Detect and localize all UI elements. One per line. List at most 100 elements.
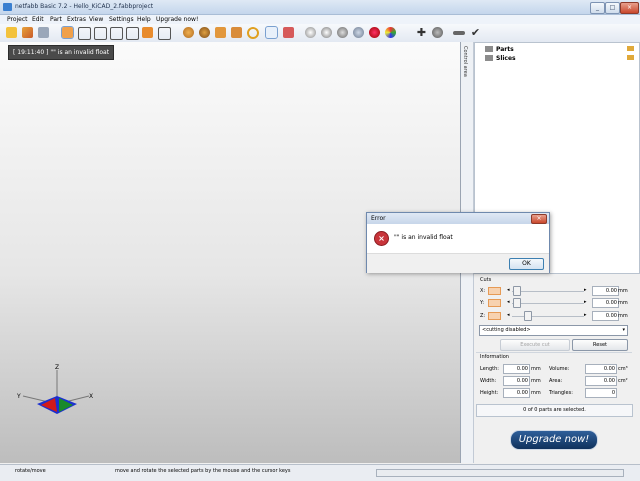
tree-item-parts[interactable]: Parts: [485, 46, 635, 55]
error-tooltip: [ 19:11:40 ] "" is an invalid float: [8, 45, 115, 60]
menu-project[interactable]: Project: [7, 16, 28, 23]
measure-icon[interactable]: [199, 27, 210, 38]
volume-value: 0.00: [585, 364, 617, 374]
view-cube-2-icon[interactable]: [78, 27, 91, 40]
view-cube-1-icon[interactable]: [61, 26, 74, 39]
repair-icon[interactable]: [183, 27, 194, 38]
width-unit: mm: [531, 378, 541, 384]
view-cube-3-icon[interactable]: [94, 27, 107, 40]
cut-z-slider-handle[interactable]: [524, 311, 532, 321]
status-mode: rotate/move: [15, 468, 46, 474]
cut-x-slider-handle[interactable]: [513, 286, 521, 296]
rotate-icon[interactable]: [283, 27, 294, 38]
app-icon: [3, 3, 12, 11]
ok-button[interactable]: OK: [509, 258, 544, 270]
width-value: 0.00: [503, 376, 530, 386]
upgrade-now-button[interactable]: Upgrade now!: [510, 430, 598, 450]
cut-y-slider[interactable]: [512, 303, 584, 304]
selection-status: 0 of 0 parts are selected.: [476, 404, 633, 417]
shading-1-icon[interactable]: [305, 27, 316, 38]
menu-edit[interactable]: Edit: [32, 16, 44, 23]
cut-z-label: Z:: [480, 313, 486, 319]
triangles-label: Triangles:: [549, 390, 573, 396]
cut-y-value[interactable]: 0.00: [592, 298, 619, 308]
dialog-message: "" is an invalid float: [394, 234, 453, 241]
menu-bar: Project Edit Part Extras View Settings H…: [0, 15, 640, 24]
maximize-button[interactable]: □: [605, 2, 620, 14]
area-label: Area:: [549, 378, 563, 384]
cut-z-unit: mm: [618, 313, 628, 319]
cut-z-toggle[interactable]: [488, 312, 501, 320]
status-bar: rotate/move move and rotate the selected…: [0, 464, 640, 481]
cut-z-left-arrow-icon[interactable]: ◂: [507, 312, 510, 318]
cut-z-value[interactable]: 0.00: [592, 311, 619, 321]
cut-z-right-arrow-icon[interactable]: ▸: [584, 312, 587, 318]
minimize-button[interactable]: _: [590, 2, 605, 14]
cut-y-left-arrow-icon[interactable]: ◂: [507, 299, 510, 305]
x-axis-label: X: [89, 393, 93, 400]
menu-part[interactable]: Part: [50, 16, 62, 23]
length-value: 0.00: [503, 364, 530, 374]
divider: [476, 352, 632, 353]
window-title: netfabb Basic 7.2 - Hello_KiCAD_2.fabbpr…: [15, 3, 154, 10]
axis-gizmo: Z Y X: [16, 364, 93, 414]
camera-icon[interactable]: [432, 27, 443, 38]
error-dialog: Error × × "" is an invalid float OK: [366, 212, 550, 273]
check-icon[interactable]: ✔: [470, 27, 481, 38]
menu-extras[interactable]: Extras: [67, 16, 86, 23]
menu-help[interactable]: Help: [137, 16, 151, 23]
progress-bar: [376, 469, 624, 477]
reset-button[interactable]: Reset: [572, 339, 628, 351]
status-hint: move and rotate the selected parts by th…: [115, 468, 291, 474]
title-bar: netfabb Basic 7.2 - Hello_KiCAD_2.fabbpr…: [0, 0, 640, 15]
box-2-icon[interactable]: [231, 27, 242, 38]
cut-y-slider-handle[interactable]: [513, 298, 521, 308]
cut-x-value[interactable]: 0.00: [592, 286, 619, 296]
volume-label: Volume:: [549, 366, 570, 372]
shading-4-icon[interactable]: [353, 27, 364, 38]
cut-x-unit: mm: [618, 288, 628, 294]
shading-3-icon[interactable]: [337, 27, 348, 38]
z-axis-label: Z: [55, 364, 59, 371]
select-arrow-icon[interactable]: [265, 26, 278, 39]
box-icon[interactable]: [215, 27, 226, 38]
cut-y-toggle[interactable]: [488, 299, 501, 307]
tree-item-slices[interactable]: Slices: [485, 55, 635, 64]
shading-2-icon[interactable]: [321, 27, 332, 38]
cut-z-slider[interactable]: [512, 316, 584, 317]
save-icon[interactable]: [38, 27, 49, 38]
color-icon[interactable]: [385, 27, 396, 38]
length-label: Length:: [480, 366, 499, 372]
cutting-mode-value: <cutting disabled>: [482, 327, 531, 333]
volume-unit: cm³: [618, 366, 628, 372]
dialog-title-bar: Error ×: [367, 213, 549, 224]
view-cube-7-icon[interactable]: [158, 27, 171, 40]
area-value: 0.00: [585, 376, 617, 386]
open-folder-icon[interactable]: [6, 27, 17, 38]
menu-upgrade-now[interactable]: Upgrade now!: [156, 16, 198, 23]
cut-y-right-arrow-icon[interactable]: ▸: [584, 299, 587, 305]
close-button[interactable]: ×: [620, 2, 639, 14]
cut-x-right-arrow-icon[interactable]: ▸: [584, 287, 587, 293]
cut-y-unit: mm: [618, 300, 628, 306]
width-label: Width:: [480, 378, 497, 384]
parts-icon: [485, 46, 493, 52]
view-cube-4-icon[interactable]: [110, 27, 123, 40]
height-value: 0.00: [503, 388, 530, 398]
cutting-mode-select[interactable]: <cutting disabled> ▾: [479, 325, 628, 336]
shading-5-icon[interactable]: [369, 27, 380, 38]
open-part-icon[interactable]: [22, 27, 33, 38]
cut-x-toggle[interactable]: [488, 287, 501, 295]
minus-icon[interactable]: [453, 31, 465, 35]
cut-x-slider[interactable]: [512, 291, 584, 292]
menu-view[interactable]: View: [89, 16, 103, 23]
dialog-close-button[interactable]: ×: [531, 214, 547, 224]
execute-cut-button[interactable]: Execute cut: [500, 339, 570, 351]
cut-x-left-arrow-icon[interactable]: ◂: [507, 287, 510, 293]
add-part-icon[interactable]: ✚: [416, 27, 427, 38]
menu-settings[interactable]: Settings: [109, 16, 134, 23]
view-cube-5-icon[interactable]: [126, 27, 139, 40]
view-cube-6-icon[interactable]: [142, 27, 153, 38]
zoom-icon[interactable]: [247, 27, 259, 39]
height-label: Height:: [480, 390, 499, 396]
